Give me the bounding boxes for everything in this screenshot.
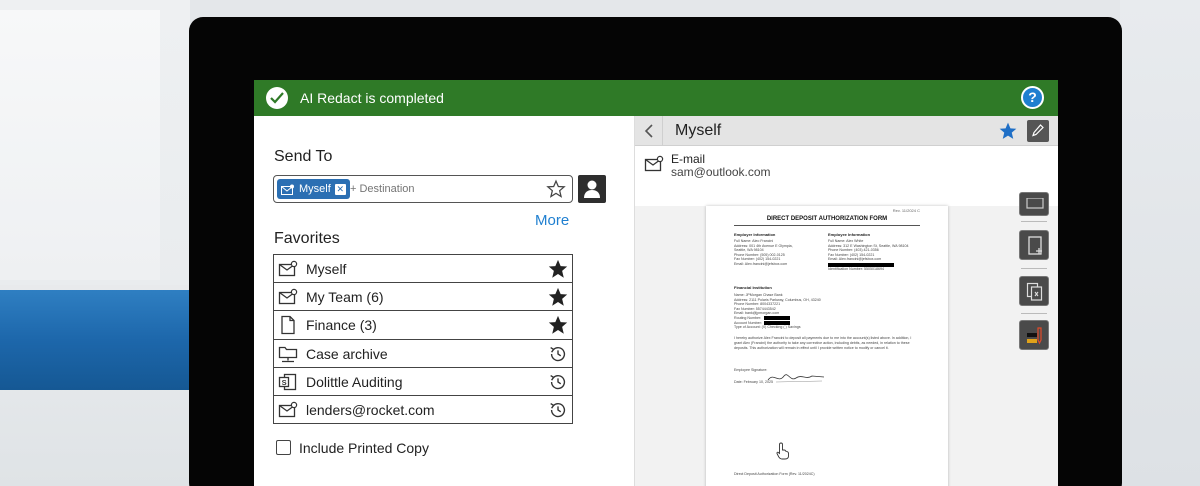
- star-filled-icon[interactable]: [547, 286, 569, 308]
- redaction-box: [764, 316, 790, 321]
- redact-tool-button[interactable]: [1019, 320, 1049, 350]
- signature-scribble: [767, 374, 825, 383]
- favorite-item-dolittle-auditing[interactable]: S Dolittle Auditing: [274, 368, 572, 396]
- background-printer: [0, 10, 160, 280]
- authorization-paragraph: I hereby authorize Alex Francini to depo…: [734, 336, 912, 350]
- employer-line: Email: Alex.francini@jefsbox.com: [734, 262, 788, 266]
- favorite-item-case-archive[interactable]: Case archive: [274, 340, 572, 368]
- document-preview: Rev. 11/2024 C DIRECT DEPOSIT AUTHORIZAT…: [706, 206, 948, 486]
- status-message: AI Redact is completed: [300, 90, 444, 106]
- edit-button[interactable]: [1027, 120, 1049, 142]
- help-button[interactable]: ?: [1021, 86, 1044, 109]
- favorite-label: My Team (6): [306, 289, 384, 306]
- add-page-button[interactable]: [1019, 230, 1049, 260]
- envelope-person-icon: [278, 401, 298, 418]
- background-blue-panel: [0, 290, 190, 390]
- envelope-person-icon: [281, 184, 294, 195]
- remove-recipient-icon[interactable]: ✕: [334, 183, 346, 195]
- recipient-chip-label: Myself: [299, 183, 331, 195]
- envelope-person-icon: [278, 288, 298, 305]
- pencil-icon: [1032, 124, 1044, 137]
- date-line: Date: February 10, 2025: [734, 380, 773, 384]
- tool-strip: [1011, 192, 1058, 486]
- back-button[interactable]: [635, 116, 663, 146]
- check-circle-icon: [266, 87, 288, 109]
- star-filled-icon[interactable]: [547, 258, 569, 280]
- include-printed-copy-label: Include Printed Copy: [299, 440, 429, 456]
- background-wall: [1120, 0, 1200, 486]
- favorite-label: Dolittle Auditing: [306, 373, 403, 390]
- detail-panel: Myself E-mail sam@outlook.com Rev. 11/20…: [634, 116, 1058, 486]
- contact-type: E-mail: [671, 152, 706, 166]
- person-icon: [584, 180, 600, 198]
- device-screen: AI Redact is completed ? Send To Myself …: [254, 80, 1058, 486]
- financial-line: Type of Account: (X) Checking ( ) Saving…: [734, 325, 801, 330]
- favorite-item-my-team[interactable]: My Team (6): [274, 283, 572, 312]
- favorite-label: Myself: [306, 261, 347, 277]
- favorite-label: lenders@rocket.com: [306, 401, 435, 418]
- document-tag: Rev. 11/2024 C: [892, 208, 920, 213]
- sharepoint-icon: S: [278, 373, 297, 390]
- address-book-button[interactable]: [578, 175, 606, 203]
- redact-marker-icon: [1027, 327, 1042, 345]
- employee-line: Email: Alex.francini@jefsbox.com: [828, 257, 882, 262]
- signature-label: Employee Signature:: [734, 368, 768, 372]
- history-icon[interactable]: [547, 399, 569, 421]
- employee-line: Identification Number: 5505018694: [828, 267, 884, 271]
- history-icon[interactable]: [547, 343, 569, 365]
- add-page-icon: [1028, 236, 1042, 255]
- favorite-label: Case archive: [306, 345, 388, 362]
- envelope-person-icon: [278, 260, 298, 277]
- envelope-person-icon: [644, 155, 664, 172]
- tool-separator: [1021, 313, 1047, 314]
- favorite-item-finance[interactable]: Finance (3): [274, 311, 572, 340]
- detail-header: Myself: [635, 116, 1058, 146]
- employee-heading: Employee Information: [828, 232, 871, 237]
- history-icon[interactable]: [547, 371, 569, 393]
- star-filled-icon[interactable]: [547, 314, 569, 336]
- send-panel: Send To Myself ✕ More Fav: [254, 116, 634, 486]
- favorite-label: Finance (3): [306, 317, 377, 334]
- star-outline-icon[interactable]: [546, 179, 566, 199]
- tool-separator: [1021, 221, 1047, 222]
- tool-separator: [1021, 268, 1047, 269]
- employer-heading: Employer Information: [734, 232, 776, 237]
- chevron-left-icon: [644, 124, 653, 138]
- redaction-box: [828, 262, 894, 267]
- document-title-rule: [734, 225, 920, 226]
- document-title: DIRECT DEPOSIT AUTHORIZATION FORM: [766, 216, 888, 222]
- svg-text:S: S: [282, 378, 287, 387]
- destination-field[interactable]: Myself ✕: [273, 175, 573, 203]
- contact-detail: E-mail sam@outlook.com: [635, 146, 1058, 206]
- favorites-list: Myself My Team (6) Finance (3) Case arch…: [273, 254, 573, 424]
- copy-pages-button[interactable]: [1019, 276, 1049, 306]
- document-footer: Direct Deposit Authorization Form (Rev. …: [734, 472, 815, 476]
- hand-cursor-icon: [776, 442, 789, 460]
- favorite-item-myself[interactable]: Myself: [274, 255, 572, 284]
- destination-input[interactable]: [350, 180, 530, 198]
- scan-tool-button[interactable]: [1019, 192, 1049, 216]
- detail-title: Myself: [675, 122, 722, 139]
- send-to-label: Send To: [274, 148, 333, 165]
- scan-icon: [1026, 198, 1044, 209]
- contact-email: sam@outlook.com: [671, 165, 771, 179]
- document-icon: [281, 316, 295, 335]
- network-folder-icon: [278, 346, 298, 362]
- copy-pages-icon: [1026, 282, 1043, 301]
- star-filled-icon[interactable]: [998, 121, 1018, 141]
- include-printed-copy-checkbox[interactable]: [276, 440, 291, 455]
- more-link[interactable]: More: [535, 212, 569, 229]
- financial-heading: Financial Institution: [734, 285, 772, 290]
- favorite-item-lenders[interactable]: lenders@rocket.com: [274, 396, 572, 424]
- recipient-chip-myself[interactable]: Myself ✕: [277, 179, 350, 199]
- status-banner: AI Redact is completed ?: [254, 80, 1058, 116]
- favorites-label: Favorites: [274, 230, 340, 247]
